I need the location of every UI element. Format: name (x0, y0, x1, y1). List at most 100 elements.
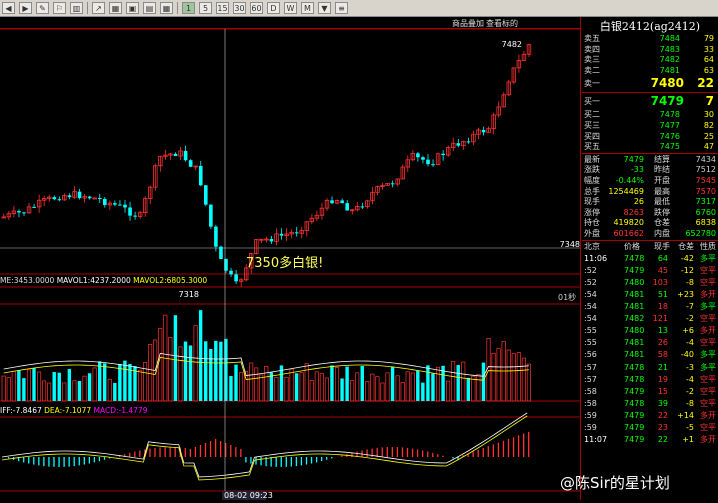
bid-row[interactable]: 买三 7477 82 (582, 121, 718, 132)
ask-row[interactable]: 卖三 7482 64 (582, 55, 718, 66)
volume-bar (289, 368, 294, 402)
toolbar-button-1[interactable]: ▶ (19, 2, 32, 14)
volume-bar (496, 348, 501, 402)
volume-bar (219, 341, 223, 401)
tick-row[interactable]: :54 7481 18 -7 多平 (582, 302, 718, 313)
toolbar-button-16[interactable]: W (284, 2, 297, 14)
toolbar-button-15[interactable]: D (267, 2, 280, 14)
volume-bar (360, 365, 364, 401)
tick-volume: 64 (657, 253, 668, 263)
tick-price: 7479 (624, 423, 645, 432)
tick-row[interactable]: :59 7479 22 +14 多开 (582, 411, 718, 422)
stat-label-2: 昨结 (654, 165, 670, 175)
bid-stats-divider (582, 152, 718, 154)
tick-row[interactable]: :59 7479 23 -5 空平 (582, 423, 718, 434)
tick-row[interactable]: :54 7482 121 -2 空平 (582, 314, 718, 325)
volume-bar (451, 360, 456, 402)
toolbar-button-6[interactable]: ▦ (109, 2, 122, 14)
toolbar-button-14[interactable]: 60 (250, 2, 263, 14)
bid-row[interactable]: 买一 7479 7 (582, 94, 718, 109)
candle-body (87, 196, 92, 199)
tick-row[interactable]: :54 7481 51 +23 多开 (582, 290, 718, 301)
toolbar-button-8[interactable]: ▤ (143, 2, 156, 14)
bid-row[interactable]: 买四 7476 25 (582, 132, 718, 143)
ticks-header-vol: 现手 (654, 241, 670, 251)
volume-bar (466, 377, 470, 401)
volume-bar (370, 373, 375, 402)
candle-body (57, 199, 62, 201)
volume-bar (52, 372, 56, 401)
toolbar-button-12[interactable]: 15 (216, 2, 229, 14)
volume-bar (395, 375, 400, 402)
volume-bar (82, 375, 87, 402)
tick-price: 7482 (624, 314, 645, 324)
tick-row[interactable]: :58 7478 39 -8 空平 (582, 399, 718, 410)
tick-time: :55 (584, 338, 597, 348)
cursor-time-label: 08-02 09:23 (224, 491, 273, 500)
toolbar-button-9[interactable]: ▦ (160, 2, 173, 14)
volume-bar (481, 362, 486, 401)
toolbar-button-0[interactable]: ◀ (2, 2, 15, 14)
tick-row[interactable]: :58 7479 15 -2 空平 (582, 387, 718, 398)
tick-row[interactable]: :57 7478 21 -3 多平 (582, 363, 718, 374)
volume-bar (158, 328, 163, 402)
stat-row: 涨跌 -33 昨结 7512 (582, 165, 718, 176)
tick-row[interactable]: :56 7481 58 -40 多平 (582, 350, 718, 361)
volume-bar (319, 373, 324, 402)
stat-value: 7479 (623, 154, 644, 164)
tick-row[interactable]: 11:06 7478 64 -42 多平 (582, 254, 718, 265)
toolbar-button-10[interactable]: 1 (182, 2, 195, 14)
tick-row[interactable]: :52 7480 103 -8 空平 (582, 278, 718, 289)
ticks-header-time: 北京 (584, 241, 600, 251)
volume-bar (168, 337, 173, 402)
volume-bar (72, 380, 77, 402)
toolbar-button-5[interactable]: ↗ (92, 2, 105, 14)
tick-type: 多平 (700, 362, 716, 372)
toolbar-button-4[interactable]: ▥ (70, 2, 83, 14)
toolbar-button-11[interactable]: 5 (199, 2, 212, 14)
tick-time: :59 (584, 410, 597, 420)
volume-bar (476, 373, 481, 402)
toolbar-button-18[interactable]: ▼ (318, 2, 331, 14)
volume-bar (229, 375, 233, 401)
volume-bar (334, 367, 340, 402)
candle-body (390, 183, 395, 185)
volume-bar (521, 357, 526, 402)
tick-row[interactable]: 11:07 7479 22 +1 多开 (582, 435, 718, 446)
tick-type: 多平 (700, 350, 716, 360)
bid-row[interactable]: 买二 7478 30 (582, 110, 718, 121)
tick-type: 空平 (700, 338, 716, 348)
volume-bar (284, 376, 289, 402)
ask-row[interactable]: 卖二 7481 63 (582, 66, 718, 77)
volume-bar (435, 366, 441, 402)
tick-time: :57 (584, 374, 597, 384)
tick-volume: 22 (657, 435, 668, 445)
volume-bar (62, 382, 67, 402)
ask-row[interactable]: 卖五 7484 79 (582, 34, 718, 45)
volume-bar (410, 372, 415, 402)
tick-price: 7480 (624, 277, 645, 287)
tick-oi-change: -12 (680, 265, 694, 275)
toolbar-button-19[interactable]: ≡ (335, 2, 348, 14)
toolbar-button-7[interactable]: ▣ (126, 2, 139, 14)
watermark: @陈Sir的星计划 (560, 474, 670, 492)
tick-row[interactable]: :52 7479 45 -12 空平 (582, 266, 718, 277)
toolbar: ◀ ▶ ✎ ⚐ ▥ ↗ ▦ ▣ ▤ ▦ 1 5 15 30 60 D W M ▼ ≡ (0, 0, 718, 17)
ask-row[interactable]: 卖一 7480 22 (582, 76, 718, 91)
tick-row[interactable]: :57 7478 19 -4 空平 (582, 375, 718, 386)
toolbar-button-2[interactable]: ✎ (36, 2, 49, 14)
stat-row: 外盘 601662 内盘 652780 (582, 229, 718, 240)
tick-price: 7480 (624, 326, 645, 336)
candle-body (340, 200, 344, 204)
candle-body (330, 200, 334, 204)
toolbar-button-3[interactable]: ⚐ (53, 2, 66, 14)
ask-row[interactable]: 卖四 7483 33 (582, 45, 718, 56)
toolbar-button-17[interactable]: M (301, 2, 314, 14)
tick-row[interactable]: :55 7480 13 +6 多开 (582, 326, 718, 337)
bid-row[interactable]: 买五 7475 47 (582, 142, 718, 153)
tick-row[interactable]: :55 7481 26 -4 空平 (582, 338, 718, 349)
candle-body (214, 226, 218, 247)
toolbar-button-13[interactable]: 30 (233, 2, 246, 14)
tick-price: 7481 (624, 302, 645, 311)
candle-body (416, 153, 420, 158)
